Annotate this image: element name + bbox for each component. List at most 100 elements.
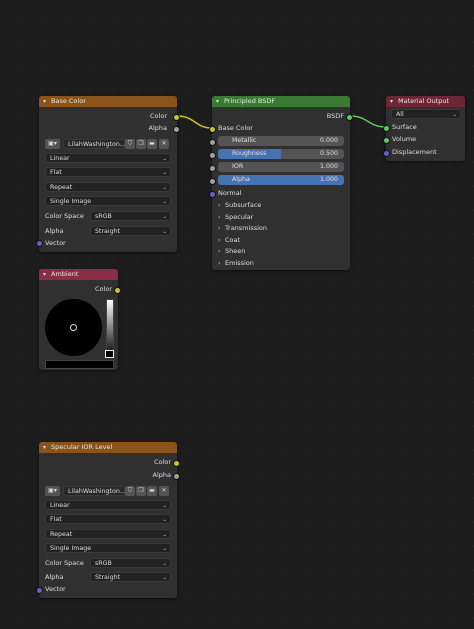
output-alpha-socket[interactable] [173,473,180,480]
source-select[interactable]: Single Image ⌄ [45,543,171,553]
color-preview-bar[interactable] [45,360,114,369]
output-alpha-label: Alpha [148,124,167,132]
panel-emission[interactable]: › Emission [218,258,254,268]
color-wheel[interactable] [45,299,102,356]
ambient-header[interactable]: ▾ Ambient [39,269,118,280]
input-vector-label: Vector [45,239,66,247]
chevron-right-icon: › [218,236,221,244]
alpha-slider[interactable]: Alpha 1.000 [218,175,344,185]
target-select[interactable]: All ⌄ [391,109,461,119]
link-color-to-base-color [176,115,213,129]
ambient-node[interactable]: ▾ Ambient Color [39,269,121,370]
close-icon[interactable]: ✕ [159,139,169,149]
ior-slider[interactable]: IOR 1.000 [218,162,344,172]
output-alpha-socket[interactable] [173,126,180,133]
base-color-node[interactable]: ▾ Base Color Color Alpha ▣▾ LilahWashingt… [36,96,180,252]
slider-value: 0.000 [319,137,338,144]
output-color-label: Color [154,458,171,466]
open-folder-icon[interactable]: ▬ [147,486,157,496]
color-space-select[interactable]: sRGB ⌄ [90,558,171,568]
extension-select[interactable]: Repeat ⌄ [45,529,171,539]
chevron-down-icon: ⌄ [162,503,167,509]
input-normal-socket[interactable] [209,191,216,198]
alpha-mode-label: Alpha [45,227,64,235]
image-name-field[interactable]: LilahWashington... [63,139,126,149]
color-space-select[interactable]: sRGB ⌄ [90,211,171,221]
material-output-node[interactable]: ▾ Material Output All ⌄ Surface Volume Dis… [383,96,465,161]
alpha-mode-select[interactable]: Straight ⌄ [90,226,171,236]
image-browse-icon[interactable]: ▣▾ [45,139,60,149]
slider-label: Metallic [232,137,257,144]
projection-select[interactable]: Flat ⌄ [45,167,171,177]
input-ior-socket[interactable] [209,165,216,172]
output-color-socket[interactable] [114,287,121,294]
output-color-socket[interactable] [173,460,180,467]
input-metallic-socket[interactable] [209,139,216,146]
projection-select[interactable]: Flat ⌄ [45,514,171,524]
node-title: Principled BSDF [224,97,276,105]
chevron-down-icon[interactable]: ▾ [216,96,224,107]
material-output-header[interactable]: ▾ Material Output [386,96,465,107]
close-icon[interactable]: ✕ [159,486,169,496]
specular-ior-node[interactable]: ▾ Specular IOR Level Color Alpha ▣▾ Lilah… [36,442,180,598]
interpolation-select[interactable]: Linear ⌄ [45,153,171,163]
input-vector-socket[interactable] [36,240,43,247]
output-color-label: Color [95,285,112,293]
output-bsdf-socket[interactable] [346,114,353,121]
chevron-down-icon[interactable]: ▾ [390,96,398,107]
output-bsdf-label: BSDF [326,112,344,120]
input-displacement-label: Displacement [392,148,437,156]
image-name-field[interactable]: LilahWashington... [63,486,126,496]
chevron-down-icon: ⌄ [162,561,167,567]
color-wheel-cursor[interactable] [70,324,77,331]
fake-user-shield-icon[interactable]: ⛉ [125,486,135,496]
output-color-socket[interactable] [173,114,180,121]
chevron-right-icon: › [218,224,221,232]
chevron-down-icon: ⌄ [162,185,167,191]
open-folder-icon[interactable]: ▬ [147,139,157,149]
input-vector-label: Vector [45,585,66,593]
source-select[interactable]: Single Image ⌄ [45,196,171,206]
alpha-mode-label: Alpha [45,573,64,581]
input-alpha-socket[interactable] [209,178,216,185]
slider-value: 0.500 [319,150,338,157]
interpolation-select[interactable]: Linear ⌄ [45,500,171,510]
panel-specular[interactable]: › Specular [218,212,253,222]
slider-label: Alpha [232,176,250,183]
chevron-down-icon: ⌄ [162,214,167,220]
input-surface-socket[interactable] [383,125,390,132]
node-title: Specular IOR Level [51,443,113,451]
value-slider-handle[interactable] [105,350,114,358]
chevron-down-icon[interactable]: ▾ [43,96,51,107]
base-color-header[interactable]: ▾ Base Color [39,96,177,107]
chevron-down-icon: ⌄ [162,229,167,235]
panel-subsurface[interactable]: › Subsurface [218,200,261,210]
specular-ior-header[interactable]: ▾ Specular IOR Level [39,442,177,453]
metallic-slider[interactable]: Metallic 0.000 [218,136,344,146]
input-volume-label: Volume [392,135,417,143]
chevron-down-icon: ⌄ [162,156,167,162]
roughness-slider[interactable]: Roughness 0.500 [218,149,344,159]
input-displacement-socket[interactable] [383,150,390,157]
chevron-right-icon: › [218,201,221,209]
input-roughness-socket[interactable] [209,152,216,159]
panel-coat[interactable]: › Coat [218,235,240,245]
panel-sheen[interactable]: › Sheen [218,246,245,256]
input-volume-socket[interactable] [383,137,390,144]
chevron-down-icon[interactable]: ▾ [43,269,51,280]
alpha-mode-select[interactable]: Straight ⌄ [90,572,171,582]
input-base-color-socket[interactable] [209,126,216,133]
fake-user-shield-icon[interactable]: ⛉ [125,139,135,149]
chevron-down-icon[interactable]: ▾ [43,442,51,453]
duplicate-image-icon[interactable]: ❐ [136,139,146,149]
image-browse-icon[interactable]: ▣▾ [45,486,60,496]
principled-bsdf-node[interactable]: ▾ Principled BSDF BSDF Base Color Metalli… [209,96,353,270]
extension-select[interactable]: Repeat ⌄ [45,182,171,192]
duplicate-image-icon[interactable]: ❐ [136,486,146,496]
chevron-down-icon: ⌄ [162,170,167,176]
principled-bsdf-header[interactable]: ▾ Principled BSDF [212,96,350,107]
chevron-down-icon: ⌄ [162,546,167,552]
panel-transmission[interactable]: › Transmission [218,223,267,233]
input-vector-socket[interactable] [36,587,43,594]
chevron-right-icon: › [218,213,221,221]
